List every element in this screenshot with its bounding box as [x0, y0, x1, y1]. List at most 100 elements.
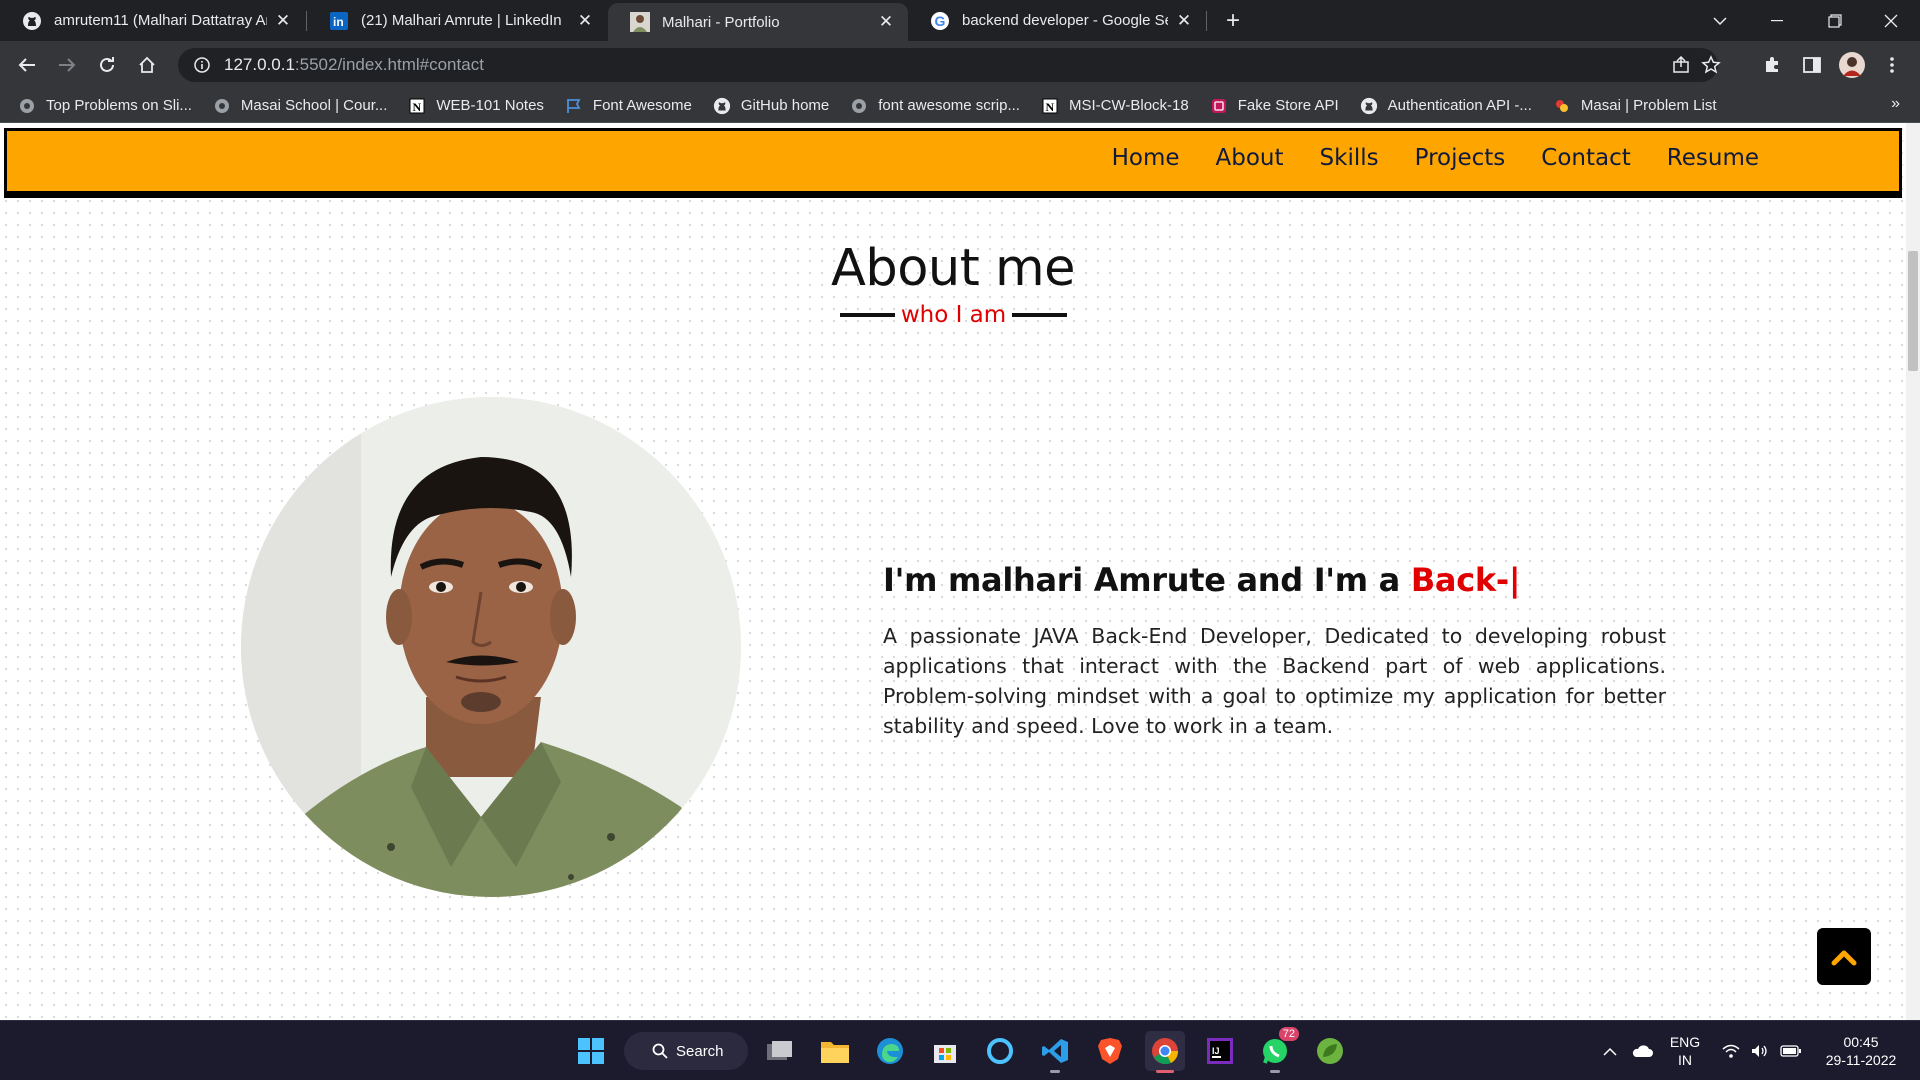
tab-linkedin[interactable]: in (21) Malhari Amrute | LinkedIn ✕ — [307, 0, 607, 41]
about-bio: A passionate JAVA Back-End Developer, De… — [883, 624, 1666, 738]
back-arrow-icon[interactable] — [11, 49, 43, 81]
intro-heading: I'm malhari Amrute and I'm a Back-| — [883, 561, 1521, 599]
globe-icon — [18, 97, 36, 115]
portfolio-favicon-icon — [630, 12, 650, 32]
tab-github[interactable]: amrutem11 (Malhari Dattatray Amrute) ✕ — [0, 0, 305, 41]
bookmarks-overflow-chevron[interactable]: » — [1891, 95, 1900, 113]
active-app-indicator — [1156, 1070, 1174, 1073]
spring-tools-icon[interactable] — [1310, 1031, 1350, 1071]
extensions-puzzle-icon[interactable] — [1756, 49, 1788, 81]
subtitle-line-right — [1012, 313, 1067, 317]
url-path: :5502/index.html#contact — [294, 55, 484, 74]
nav-about[interactable]: About — [1216, 145, 1284, 171]
cortana-icon[interactable] — [980, 1031, 1020, 1071]
scrollbar-thumb[interactable] — [1908, 251, 1918, 371]
nav-resume[interactable]: Resume — [1667, 145, 1759, 171]
tab-title: Malhari - Portfolio — [662, 13, 780, 31]
intro-text: I'm malhari Amrute and I'm a — [883, 561, 1411, 599]
svg-text:G: G — [935, 13, 946, 29]
tab-separator — [1206, 11, 1207, 31]
language-code: ENG — [1669, 1034, 1701, 1050]
clock[interactable]: 00:45 29-11-2022 — [1816, 1021, 1906, 1080]
tab-close-icon[interactable]: ✕ — [1174, 11, 1194, 31]
forward-arrow-icon[interactable] — [51, 49, 83, 81]
bookmark-top-problems[interactable]: Top Problems on Sli... — [18, 97, 192, 115]
github-icon — [22, 11, 42, 31]
address-bar[interactable]: 127.0.0.1:5502/index.html#contact — [178, 48, 1721, 82]
brave-icon[interactable] — [1090, 1031, 1130, 1071]
bookmark-msi-cw-block[interactable]: N MSI-CW-Block-18 — [1041, 97, 1189, 115]
taskbar-search[interactable]: Search — [624, 1032, 748, 1070]
subtitle-line-left — [840, 313, 895, 317]
side-panel-icon[interactable] — [1796, 49, 1828, 81]
chrome-icon[interactable] — [1145, 1031, 1185, 1073]
window-close-icon[interactable] — [1866, 0, 1916, 41]
vscode-icon[interactable] — [1035, 1031, 1075, 1073]
show-hidden-icons-chevron[interactable] — [1596, 1021, 1624, 1080]
share-icon[interactable] — [1670, 54, 1692, 76]
github-icon — [1360, 97, 1378, 115]
nav-skills[interactable]: Skills — [1320, 145, 1379, 171]
intellij-icon[interactable]: IJ — [1200, 1031, 1240, 1071]
masai-icon — [1553, 97, 1571, 115]
tab-google-search[interactable]: G backend developer - Google Search ✕ — [908, 0, 1206, 41]
bookmark-web101-notes[interactable]: N WEB-101 Notes — [408, 97, 544, 115]
task-view-icon[interactable] — [760, 1031, 800, 1071]
chrome-menu-kebab-icon[interactable] — [1876, 49, 1908, 81]
microsoft-store-icon[interactable] — [925, 1031, 965, 1071]
linkedin-icon: in — [329, 11, 349, 31]
nav-projects[interactable]: Projects — [1415, 145, 1506, 171]
bookmark-font-awesome-script[interactable]: font awesome scrip... — [850, 97, 1020, 115]
profile-avatar[interactable] — [1836, 49, 1868, 81]
bookmark-github-home[interactable]: GitHub home — [713, 97, 829, 115]
tab-close-icon[interactable]: ✕ — [876, 12, 896, 32]
svg-text:N: N — [1045, 100, 1054, 114]
running-indicator — [1270, 1070, 1280, 1073]
google-icon: G — [930, 11, 950, 31]
store-icon — [1210, 97, 1228, 115]
edge-icon[interactable] — [870, 1031, 910, 1071]
whatsapp-icon[interactable]: 72 — [1255, 1027, 1299, 1073]
reload-icon[interactable] — [91, 49, 123, 81]
bookmark-label: Masai School | Cour... — [240, 97, 388, 114]
nav-home[interactable]: Home — [1112, 145, 1180, 171]
minimize-icon[interactable] — [1752, 0, 1802, 41]
new-tab-plus-icon[interactable]: + — [1220, 7, 1246, 34]
bookmark-label: MSI-CW-Block-18 — [1068, 97, 1189, 114]
windows-start-icon[interactable] — [571, 1031, 611, 1071]
running-indicator — [1050, 1070, 1060, 1073]
nav-contact[interactable]: Contact — [1541, 145, 1630, 171]
clock-time: 00:45 — [1843, 1034, 1879, 1050]
restore-icon[interactable] — [1810, 0, 1860, 41]
windows-taskbar: Search IJ 72 ENG IN 00:45 29-11-2022 — [0, 1020, 1920, 1080]
bookmark-label: Authentication API -... — [1387, 97, 1532, 114]
bookmark-fake-store-api[interactable]: Fake Store API — [1210, 97, 1339, 115]
bookmark-star-icon[interactable] — [1700, 54, 1722, 76]
scroll-to-top-button[interactable] — [1817, 928, 1871, 985]
tab-title: backend developer - Google Search — [962, 12, 1168, 29]
input-language[interactable]: ENG IN — [1662, 1021, 1708, 1080]
tab-portfolio[interactable]: Malhari - Portfolio ✕ — [608, 3, 908, 41]
bookmark-label: Fake Store API — [1237, 97, 1339, 114]
clock-date: 29-11-2022 — [1825, 1052, 1897, 1068]
bookmarks-bar: Top Problems on Sli... Masai School | Co… — [0, 89, 1920, 123]
home-icon[interactable] — [131, 49, 163, 81]
onedrive-cloud-icon[interactable] — [1627, 1021, 1657, 1080]
bookmark-label: Top Problems on Sli... — [46, 97, 192, 114]
wifi-icon[interactable] — [1718, 1021, 1744, 1080]
tab-close-icon[interactable]: ✕ — [273, 11, 293, 31]
bookmark-masai-problem-list[interactable]: Masai | Problem List — [1553, 97, 1717, 115]
tab-search-chevron-icon[interactable] — [1695, 0, 1745, 41]
svg-text:IJ: IJ — [1212, 1046, 1220, 1056]
volume-icon[interactable] — [1747, 1021, 1773, 1080]
battery-charging-icon[interactable] — [1777, 1021, 1805, 1080]
page-scrollbar[interactable] — [1906, 123, 1920, 1020]
bookmark-authentication-api[interactable]: Authentication API -... — [1360, 97, 1532, 115]
file-explorer-icon[interactable] — [815, 1031, 855, 1071]
bookmark-masai-school[interactable]: Masai School | Cour... — [213, 97, 387, 115]
site-info-icon[interactable] — [192, 55, 212, 75]
tab-close-icon[interactable]: ✕ — [575, 11, 595, 31]
globe-icon — [850, 97, 868, 115]
browser-toolbar: 127.0.0.1:5502/index.html#contact — [0, 41, 1920, 89]
bookmark-font-awesome[interactable]: Font Awesome — [565, 97, 692, 115]
